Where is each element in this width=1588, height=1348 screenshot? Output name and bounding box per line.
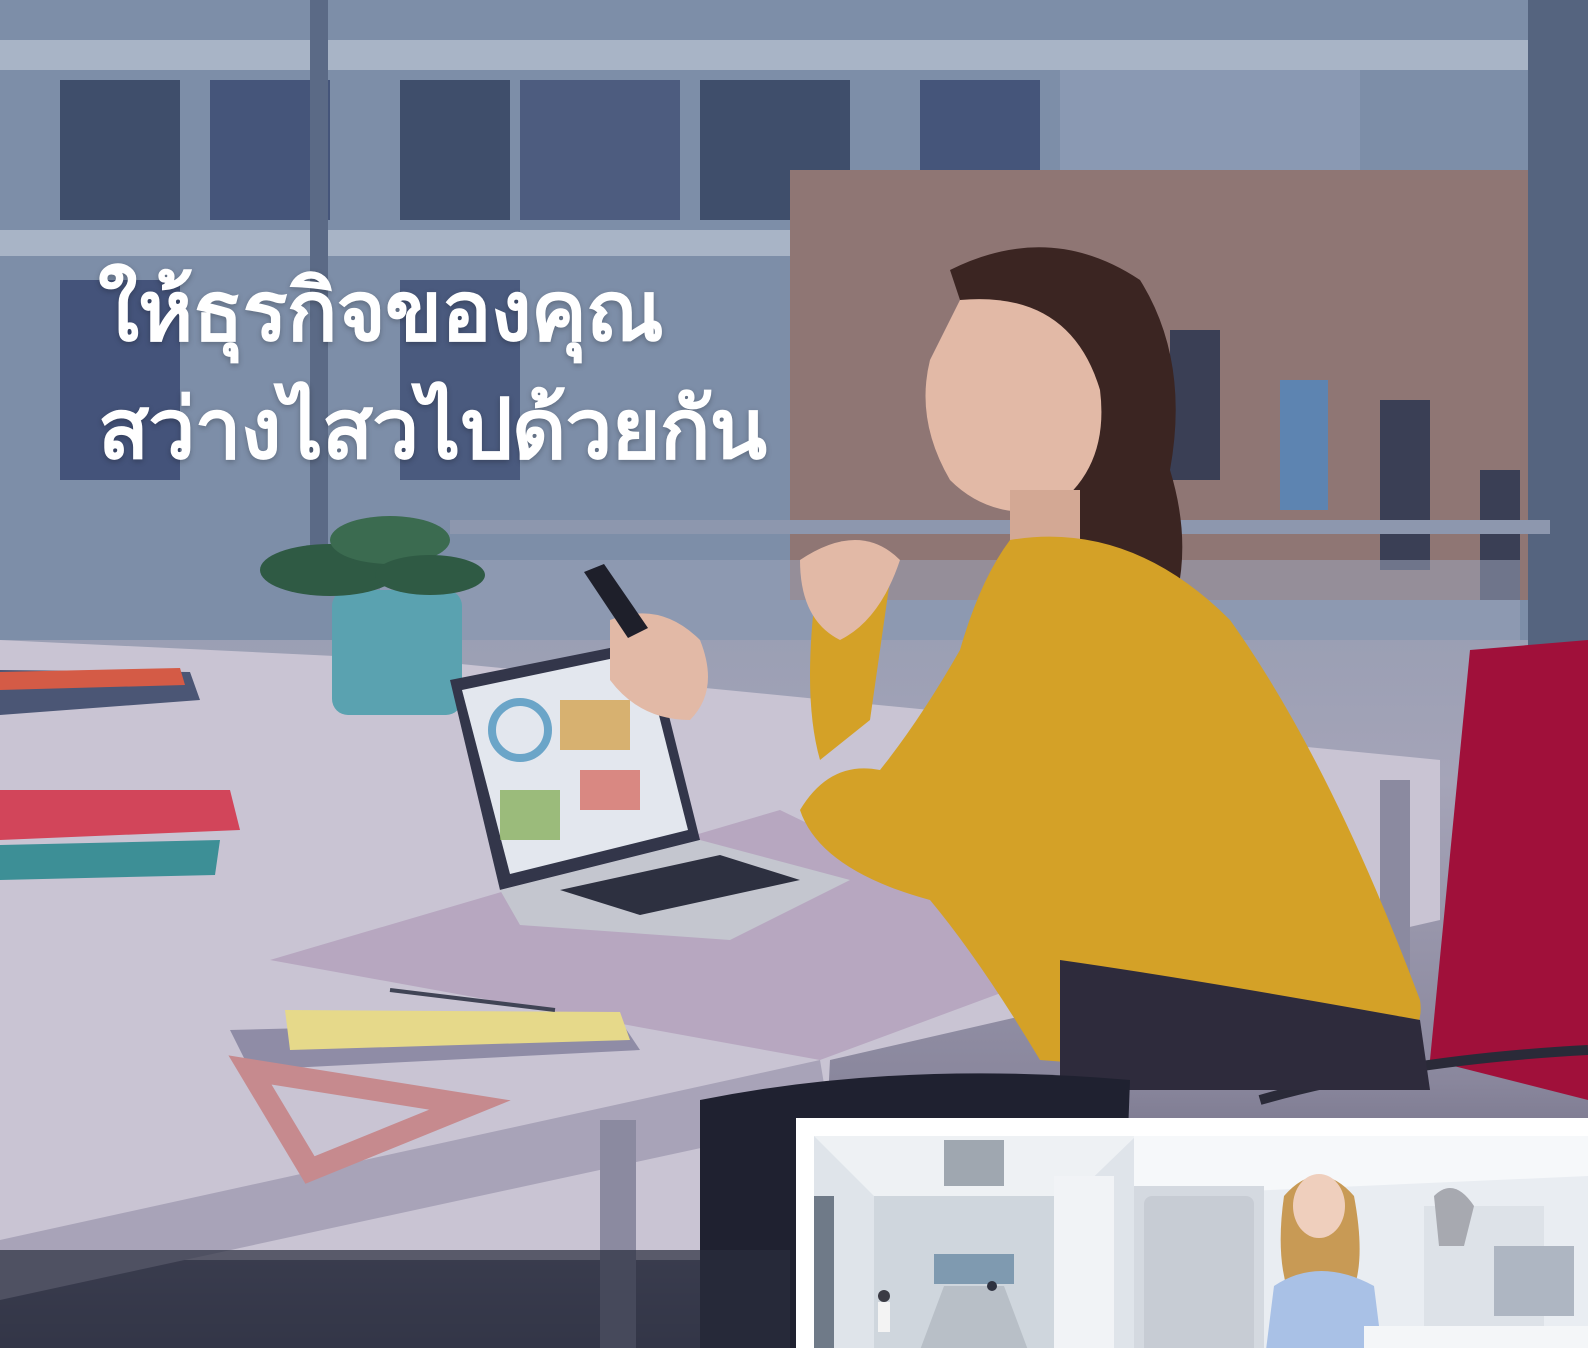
headline-line-1: ให้ธุรกิจของคุณ (98, 262, 664, 360)
lobby-illustration (814, 1136, 1136, 1348)
inset-photo-woman-computer (1134, 1118, 1588, 1348)
inset-photo-lobby (796, 1118, 1154, 1348)
hero-photo: ให้ธุรกิจของคุณ สว่างไสวไปด้วยกัน (0, 0, 1588, 1348)
headline-line-2: สว่างไสวไปด้วยกัน (98, 380, 767, 478)
headline: ให้ธุรกิจของคุณ สว่างไสวไปด้วยกัน (98, 252, 767, 488)
woman-computer-illustration (1134, 1136, 1588, 1348)
